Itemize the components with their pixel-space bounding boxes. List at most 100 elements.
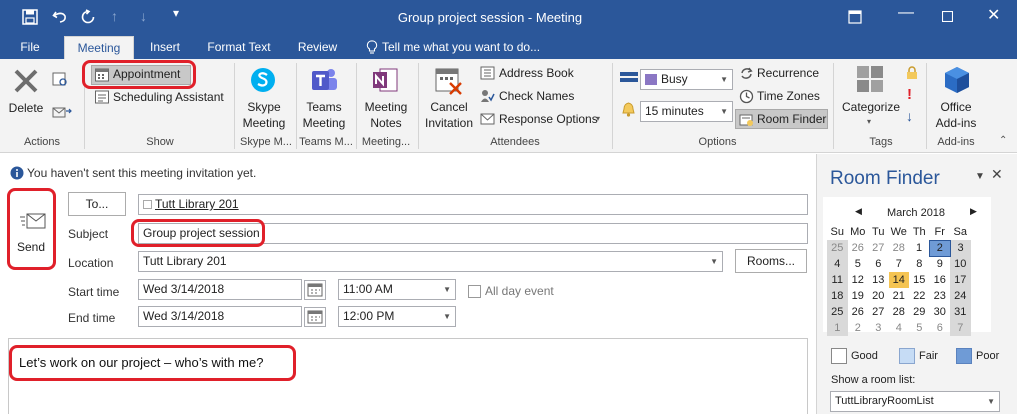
- teams-meeting-button[interactable]: Teams: [298, 100, 350, 115]
- calendar-day[interactable]: 2: [929, 239, 951, 257]
- office-addins-button[interactable]: Office: [928, 100, 984, 115]
- calendar-day[interactable]: 27: [868, 304, 889, 320]
- calendar-day[interactable]: 8: [909, 256, 930, 272]
- calendar-day[interactable]: 10: [950, 256, 971, 272]
- calendar-day[interactable]: 28: [889, 240, 910, 256]
- calendar-day[interactable]: 13: [868, 272, 889, 288]
- maximize-icon[interactable]: [942, 11, 953, 22]
- calendar-day[interactable]: 20: [868, 288, 889, 304]
- categorize-button[interactable]: Categorize: [838, 100, 904, 115]
- next-month-icon[interactable]: ▶: [970, 206, 977, 217]
- calendar-day[interactable]: 3: [868, 320, 889, 336]
- previous-item-icon[interactable]: ↑: [111, 8, 118, 24]
- calendar-day[interactable]: 5: [909, 320, 930, 336]
- address-book-button[interactable]: Address Book: [499, 66, 574, 80]
- reminder-value: 15 minutes: [645, 104, 704, 118]
- calendar-day[interactable]: 12: [848, 272, 869, 288]
- calendar-day[interactable]: 3: [950, 240, 971, 256]
- cancel-invitation-button[interactable]: Cancel: [422, 100, 476, 115]
- minimize-icon[interactable]: —: [898, 4, 914, 22]
- start-time-label: Start time: [68, 285, 120, 299]
- calendar-day[interactable]: 1: [827, 320, 848, 336]
- calendar-day[interactable]: 11: [827, 272, 848, 288]
- high-importance-icon[interactable]: !: [907, 86, 912, 103]
- undo-icon[interactable]: [52, 9, 68, 25]
- room-list-dropdown[interactable]: TuttLibraryRoomList ▼: [830, 391, 1000, 412]
- response-options-button[interactable]: Response Options: [499, 112, 598, 126]
- calendar-day[interactable]: 6: [930, 320, 951, 336]
- tab-insert[interactable]: Insert: [140, 36, 190, 59]
- save-icon[interactable]: [22, 9, 38, 25]
- calendar-day[interactable]: 24: [950, 288, 971, 304]
- calendar-day[interactable]: 26: [848, 240, 869, 256]
- teams-meeting-line2: Meeting: [302, 116, 346, 130]
- calendar-day[interactable]: 1: [909, 240, 930, 256]
- reminder-dropdown[interactable]: 15 minutes ▼: [640, 101, 733, 122]
- start-date-field[interactable]: Wed 3/14/2018: [138, 279, 302, 300]
- customize-qat-icon[interactable]: ▾: [173, 6, 179, 20]
- scheduling-assistant-button[interactable]: Scheduling Assistant: [113, 90, 224, 104]
- calendar-day[interactable]: 4: [889, 320, 910, 336]
- tab-file[interactable]: File: [10, 36, 50, 59]
- low-importance-icon[interactable]: ↓: [906, 108, 913, 124]
- calendar-day[interactable]: 30: [930, 304, 951, 320]
- prev-month-icon[interactable]: ◀: [855, 206, 862, 217]
- calendar-day[interactable]: 31: [950, 304, 971, 320]
- to-field[interactable]: Tutt Library 201: [138, 194, 808, 215]
- skype-meeting-button[interactable]: Skype: [238, 100, 290, 115]
- pane-close-icon[interactable]: ✕: [991, 166, 1003, 183]
- location-field[interactable]: Tutt Library 201 ▼: [138, 251, 723, 272]
- start-time-dropdown[interactable]: 11:00 AM ▼: [338, 279, 456, 300]
- pane-options-icon[interactable]: ▼: [975, 171, 985, 182]
- calendar-day[interactable]: 23: [930, 288, 951, 304]
- separator: [418, 63, 419, 149]
- forward-icon[interactable]: [52, 103, 74, 119]
- close-icon[interactable]: ✕: [987, 5, 1000, 25]
- calendar-day[interactable]: 26: [848, 304, 869, 320]
- calendar-day[interactable]: 18: [827, 288, 848, 304]
- private-lock-icon[interactable]: [906, 66, 918, 80]
- show-as-dropdown[interactable]: Busy ▼: [640, 69, 733, 90]
- calendar-day[interactable]: 25: [827, 304, 848, 320]
- calendar-day[interactable]: 15: [909, 272, 930, 288]
- tab-format-text[interactable]: Format Text: [200, 36, 278, 59]
- calendar-day[interactable]: 2: [848, 320, 869, 336]
- calendar-day[interactable]: 7: [950, 320, 971, 336]
- calendar-day[interactable]: 19: [848, 288, 869, 304]
- weekday-header: Sa: [953, 226, 967, 238]
- calendar-day[interactable]: 22: [909, 288, 930, 304]
- calendar-day[interactable]: 5: [848, 256, 869, 272]
- calendar-picker-icon[interactable]: [304, 307, 326, 327]
- calendar-day[interactable]: 17: [950, 272, 971, 288]
- redo-icon[interactable]: [80, 9, 96, 25]
- recurrence-button[interactable]: Recurrence: [757, 66, 819, 80]
- calendar-day[interactable]: 7: [889, 256, 910, 272]
- end-time-dropdown[interactable]: 12:00 PM ▼: [338, 306, 456, 327]
- end-date-field[interactable]: Wed 3/14/2018: [138, 306, 302, 327]
- calendar-search-icon[interactable]: [52, 71, 68, 87]
- meeting-notes-button[interactable]: Meeting: [358, 100, 414, 115]
- calendar-day[interactable]: 14: [888, 272, 909, 288]
- time-zones-button[interactable]: Time Zones: [757, 89, 820, 103]
- calendar-day[interactable]: 29: [909, 304, 930, 320]
- tab-meeting[interactable]: Meeting: [64, 36, 134, 59]
- collapse-ribbon-icon[interactable]: ⌃: [999, 135, 1007, 146]
- calendar-day[interactable]: 6: [868, 256, 889, 272]
- calendar-day[interactable]: 16: [930, 272, 951, 288]
- calendar-day[interactable]: 28: [889, 304, 910, 320]
- calendar-day[interactable]: 4: [827, 256, 848, 272]
- calendar-day[interactable]: 21: [889, 288, 910, 304]
- calendar-day[interactable]: 27: [868, 240, 889, 256]
- restore-icon[interactable]: [848, 10, 862, 24]
- calendar-picker-icon[interactable]: [304, 280, 326, 300]
- check-names-button[interactable]: Check Names: [499, 89, 574, 103]
- calendar-day[interactable]: 25: [827, 240, 848, 256]
- to-button[interactable]: To...: [68, 192, 126, 216]
- delete-button[interactable]: Delete: [4, 101, 48, 116]
- tell-me-box[interactable]: Tell me what you want to do...: [382, 36, 547, 59]
- next-item-icon[interactable]: ↓: [140, 8, 147, 24]
- calendar-day[interactable]: 9: [930, 256, 951, 272]
- all-day-checkbox[interactable]: [468, 285, 481, 298]
- rooms-button[interactable]: Rooms...: [735, 249, 807, 273]
- tab-review[interactable]: Review: [290, 36, 345, 59]
